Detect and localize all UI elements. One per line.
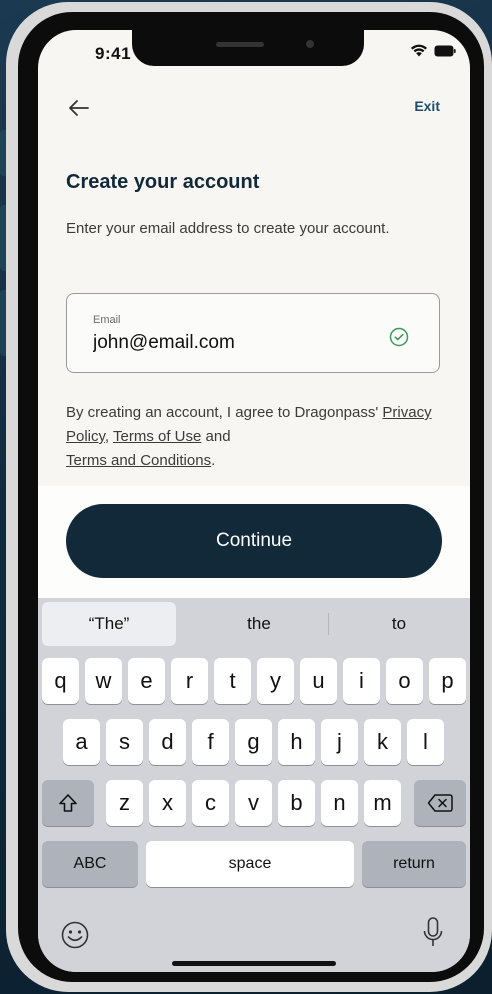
key-x[interactable]: x — [149, 780, 186, 826]
key-c[interactable]: c — [192, 780, 229, 826]
suggestion-divider — [328, 613, 329, 635]
terms-suffix: . — [211, 452, 216, 469]
terms-text: By creating an account, I agree to Drago… — [66, 401, 446, 473]
terms-prefix: By creating an account, I agree to Drago… — [66, 404, 383, 421]
abc-key[interactable]: ABC — [42, 841, 138, 887]
status-icons — [410, 44, 456, 57]
check-circle-icon — [389, 327, 409, 347]
key-q[interactable]: q — [42, 658, 79, 704]
key-t[interactable]: t — [214, 658, 251, 704]
terms-and: and — [201, 428, 231, 445]
suggestion-quoted-the[interactable]: “The” — [42, 602, 176, 646]
email-field[interactable]: Email — [66, 293, 440, 373]
key-m[interactable]: m — [364, 780, 401, 826]
key-o[interactable]: o — [386, 658, 423, 704]
key-w[interactable]: w — [85, 658, 122, 704]
key-j[interactable]: j — [321, 719, 358, 765]
key-d[interactable]: d — [149, 719, 186, 765]
key-r[interactable]: r — [171, 658, 208, 704]
key-n[interactable]: n — [321, 780, 358, 826]
terms-of-use-link[interactable]: Terms of Use — [113, 428, 201, 445]
battery-icon — [434, 45, 456, 57]
key-s[interactable]: s — [106, 719, 143, 765]
status-time: 9:41 — [95, 44, 132, 63]
key-k[interactable]: k — [364, 719, 401, 765]
key-g[interactable]: g — [235, 719, 272, 765]
key-f[interactable]: f — [192, 719, 229, 765]
suggestion-to[interactable]: to — [330, 598, 468, 650]
app-screen: 9:41 Exit Create your account Enter your… — [38, 30, 470, 972]
key-a[interactable]: a — [63, 719, 100, 765]
home-indicator — [172, 961, 336, 966]
key-h[interactable]: h — [278, 719, 315, 765]
back-arrow-icon[interactable] — [66, 97, 92, 119]
key-l[interactable]: l — [407, 719, 444, 765]
keyboard: “The” the to q w e r t y u i o p a s d f… — [38, 598, 470, 972]
page-subtitle: Enter your email address to create your … — [66, 220, 390, 237]
email-label: Email — [93, 314, 121, 326]
microphone-icon[interactable] — [422, 916, 444, 950]
terms-and-conditions-link[interactable]: Terms and Conditions — [66, 452, 211, 469]
suggestion-the[interactable]: the — [190, 598, 328, 650]
terms-separator: , — [104, 428, 113, 445]
key-e[interactable]: e — [128, 658, 165, 704]
key-y[interactable]: y — [257, 658, 294, 704]
email-input[interactable] — [93, 332, 383, 354]
bottom-action-area: Continue — [38, 486, 470, 598]
emoji-icon[interactable] — [60, 920, 90, 950]
continue-button[interactable]: Continue — [66, 504, 442, 578]
delete-key[interactable] — [414, 780, 466, 826]
shift-key[interactable] — [42, 780, 94, 826]
key-i[interactable]: i — [343, 658, 380, 704]
shift-icon — [59, 794, 77, 812]
key-v[interactable]: v — [235, 780, 272, 826]
key-p[interactable]: p — [429, 658, 466, 704]
front-camera — [306, 40, 314, 48]
space-key[interactable]: space — [146, 841, 354, 887]
page-title: Create your account — [66, 171, 260, 193]
wifi-icon — [410, 44, 428, 57]
key-u[interactable]: u — [300, 658, 337, 704]
backspace-icon — [427, 794, 453, 812]
speaker — [216, 42, 264, 47]
key-b[interactable]: b — [278, 780, 315, 826]
exit-link[interactable]: Exit — [414, 98, 440, 114]
key-z[interactable]: z — [106, 780, 143, 826]
return-key[interactable]: return — [362, 841, 466, 887]
notch — [132, 30, 364, 66]
